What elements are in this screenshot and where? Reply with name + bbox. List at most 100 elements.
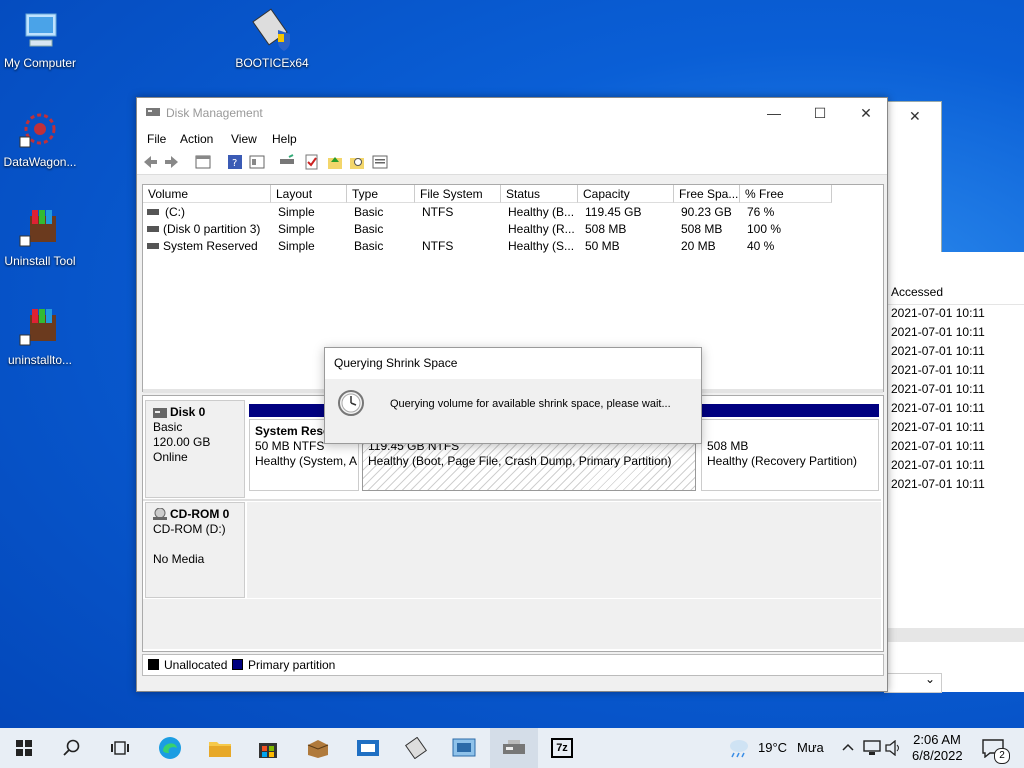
list-item[interactable]: 2021-07-01 10:11 — [891, 477, 985, 491]
close-icon[interactable]: ✕ — [909, 108, 921, 125]
search-button[interactable] — [48, 728, 96, 768]
disk-0-label[interactable]: Disk 0 Basic 120.00 GB Online — [145, 400, 245, 498]
column-header-layout[interactable]: Layout — [271, 185, 347, 203]
list-item[interactable]: 2021-07-01 10:11 — [891, 420, 985, 434]
dialog-title-bar[interactable]: Querying Shrink Space — [325, 348, 701, 379]
bootice-icon — [405, 737, 427, 759]
weather-desc[interactable]: Mưa — [797, 728, 824, 768]
taskbar-app-setup[interactable] — [344, 728, 392, 768]
list-item[interactable]: 2021-07-01 10:11 — [891, 363, 985, 377]
table-cell: 90.23 GB — [681, 205, 732, 219]
table-cell: 20 MB — [681, 239, 716, 253]
taskbar-app-package[interactable] — [294, 728, 342, 768]
forward-icon[interactable] — [164, 154, 180, 170]
menu-view[interactable]: View — [231, 132, 257, 146]
disk-size: 120.00 GB — [153, 435, 211, 449]
7zip-icon-label: 7z — [556, 742, 568, 754]
list-item[interactable]: 2021-07-01 10:11 — [891, 382, 985, 396]
list-item[interactable]: 2021-07-01 10:11 — [891, 306, 985, 320]
taskbar: 7z 19°C Mưa 2:06 AM 6/8/2022 2 — [0, 728, 1024, 768]
taskbar-app-file-explorer[interactable] — [196, 728, 244, 768]
close-button[interactable]: ✕ — [843, 98, 889, 128]
windows-icon — [16, 740, 32, 756]
maximize-button[interactable]: ☐ — [797, 98, 843, 128]
divider — [143, 499, 881, 501]
edge-icon — [159, 737, 181, 759]
taskbar-app-control-panel[interactable] — [440, 728, 488, 768]
chevron-up-icon — [842, 743, 854, 751]
list-item[interactable]: 2021-07-01 10:11 — [891, 401, 985, 415]
title-bar[interactable]: Disk Management — ☐ ✕ — [137, 98, 887, 128]
vertical-scrollbar[interactable]: ⌄ — [884, 672, 942, 693]
minimize-button[interactable]: — — [751, 98, 797, 128]
volume-icon — [147, 226, 159, 232]
svg-text:?: ? — [232, 158, 237, 169]
column-header-type[interactable]: Type — [347, 185, 415, 203]
clock[interactable]: 2:06 AM 6/8/2022 — [912, 728, 963, 768]
list-icon[interactable] — [372, 154, 388, 170]
column-header-file-system[interactable]: File System — [415, 185, 501, 203]
check-icon[interactable] — [304, 154, 320, 170]
menu-help[interactable]: Help — [272, 132, 297, 146]
desktop-icon-uninstall-tool[interactable]: Uninstall Tool — [0, 206, 80, 268]
up-icon[interactable] — [327, 154, 343, 170]
dialog-message: Querying volume for available shrink spa… — [390, 398, 671, 410]
desktop-icon-bootice[interactable]: BOOTICEx64 — [232, 8, 312, 70]
window-title: Disk Management — [166, 106, 263, 120]
column-header-capacity[interactable]: Capacity — [578, 185, 674, 203]
cdrom-0-label[interactable]: CD-ROM 0 CD-ROM (D:) No Media — [145, 502, 245, 598]
table-cell: Simple — [278, 239, 315, 253]
table-cell: (C:) — [165, 205, 185, 219]
clock-icon — [338, 390, 364, 416]
volume-button[interactable] — [884, 728, 904, 768]
taskbar-app-disk-management[interactable] — [490, 728, 538, 768]
back-icon[interactable] — [142, 154, 158, 170]
list-item[interactable]: 2021-07-01 10:11 — [891, 439, 985, 453]
properties-icon[interactable] — [195, 154, 211, 170]
network-button[interactable] — [862, 728, 882, 768]
desktop-icon-label: DataWagon... — [3, 155, 77, 169]
weather-temp[interactable]: 19°C — [758, 728, 787, 768]
table-cell: NTFS — [422, 239, 454, 253]
desktop-icon-datawagon[interactable]: DataWagon... — [0, 107, 80, 169]
disk-management-icon — [503, 740, 525, 754]
table-cell: Healthy (S... — [508, 239, 575, 253]
show-hidden-icons-button[interactable] — [840, 728, 856, 768]
desktop-icon-uninstallto[interactable]: uninstallto... — [0, 305, 80, 367]
taskbar-app-store[interactable] — [244, 728, 292, 768]
console-icon[interactable] — [249, 154, 265, 170]
help-icon[interactable]: ? — [227, 154, 243, 170]
column-header-percent-free[interactable]: % Free — [740, 185, 832, 203]
notification-center-button[interactable]: 2 — [980, 728, 1010, 768]
table-cell: 40 % — [747, 239, 775, 253]
connect-icon[interactable] — [279, 154, 295, 170]
dialog-title: Querying Shrink Space — [334, 356, 458, 370]
list-item[interactable]: 2021-07-01 10:11 — [891, 325, 985, 339]
folder-icon — [209, 742, 231, 757]
partition-status: Healthy (System, A — [255, 454, 358, 468]
list-item[interactable]: 2021-07-01 10:11 — [891, 344, 985, 358]
weather-widget[interactable] — [728, 728, 754, 768]
start-button[interactable] — [0, 728, 48, 768]
scroll-down-icon[interactable]: ⌄ — [925, 672, 935, 686]
partition-recovery[interactable]: 508 MB Healthy (Recovery Partition) — [701, 419, 879, 491]
menu-action[interactable]: Action — [180, 132, 213, 146]
cdrom-icon — [153, 508, 167, 520]
querying-shrink-space-dialog[interactable]: Querying Shrink Space Querying volume fo… — [324, 347, 702, 444]
list-item[interactable]: 2021-07-01 10:11 — [891, 458, 985, 472]
column-header-volume[interactable]: Volume — [143, 185, 271, 203]
column-header-status[interactable]: Status — [501, 185, 578, 203]
desktop-icon-label: BOOTICEx64 — [235, 56, 309, 70]
horizontal-scrollbar[interactable] — [884, 628, 1024, 642]
disk-media: No Media — [153, 552, 205, 566]
desktop-icon-my-computer[interactable]: My Computer — [0, 8, 80, 70]
search-icon[interactable] — [349, 154, 365, 170]
table-cell: 508 MB — [681, 222, 723, 236]
column-header-free-space[interactable]: Free Spa... — [674, 185, 740, 203]
taskbar-app-bootice[interactable] — [392, 728, 440, 768]
taskbar-app-edge[interactable] — [146, 728, 194, 768]
menu-file[interactable]: File — [147, 132, 166, 146]
column-header-accessed[interactable]: Accessed — [884, 282, 1024, 305]
task-view-button[interactable] — [96, 728, 144, 768]
taskbar-app-7zip[interactable]: 7z — [538, 728, 586, 768]
